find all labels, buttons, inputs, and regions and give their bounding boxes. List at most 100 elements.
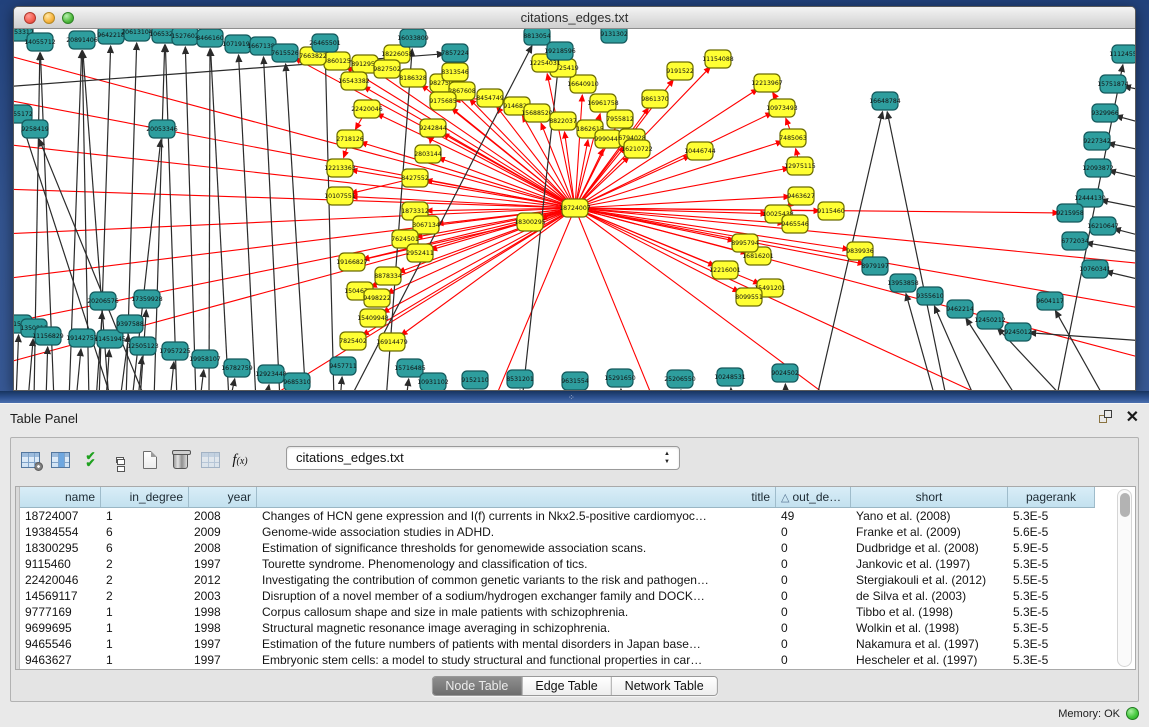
graph-node[interactable]: 16648784 bbox=[869, 92, 901, 110]
table-cell[interactable]: Franke et al. (2009) bbox=[851, 524, 1008, 540]
edge[interactable] bbox=[185, 47, 196, 390]
show-columns-icon[interactable] bbox=[45, 447, 75, 473]
graph-node[interactable]: 9604117 bbox=[1036, 292, 1064, 310]
column-header-in_degree[interactable]: in_degree bbox=[101, 487, 189, 507]
graph-node[interactable]: 12975115 bbox=[784, 157, 816, 175]
divider-resize-handle[interactable]: ⁘ bbox=[568, 394, 580, 402]
edge[interactable] bbox=[200, 370, 204, 390]
node-attribute-table[interactable]: namein_degreeyeartitle△out_de…shortpager… bbox=[15, 486, 1136, 670]
edge[interactable] bbox=[1029, 333, 1135, 341]
edge[interactable] bbox=[575, 208, 834, 390]
graph-node[interactable]: 9175685 bbox=[429, 92, 457, 110]
graph-node[interactable]: 19142757 bbox=[66, 329, 98, 347]
tab-network-table[interactable]: Network Table bbox=[612, 677, 717, 695]
graph-node[interactable]: 10931102 bbox=[417, 373, 449, 390]
edge[interactable] bbox=[1108, 143, 1135, 151]
table-cell[interactable]: 18724007 bbox=[20, 508, 101, 524]
edge[interactable] bbox=[170, 362, 174, 390]
graph-node[interactable]: 9631554 bbox=[561, 372, 589, 390]
edge[interactable] bbox=[76, 349, 81, 390]
table-cell[interactable]: 6 bbox=[101, 524, 189, 540]
graph-node[interactable]: 9685310 bbox=[283, 373, 311, 390]
graph-node[interactable]: 25206550 bbox=[664, 370, 696, 388]
table-cell[interactable]: Changes of HCN gene expression and I(f) … bbox=[257, 508, 776, 524]
graph-node[interactable]: 8878334 bbox=[374, 267, 402, 285]
edge[interactable] bbox=[575, 156, 690, 208]
edge[interactable] bbox=[165, 45, 177, 390]
graph-node[interactable]: 6772034 bbox=[1061, 232, 1089, 250]
table-cell[interactable]: Nakamura et al. (1997) bbox=[851, 636, 1008, 652]
table-row[interactable]: 911546021997Tourette syndrome. Phenomeno… bbox=[20, 556, 1095, 572]
float-panel-icon[interactable] bbox=[1099, 410, 1114, 425]
table-cell[interactable]: 2003 bbox=[189, 588, 257, 604]
table-cell[interactable]: 0 bbox=[776, 524, 851, 540]
table-cell[interactable]: Estimation of significance thresholds fo… bbox=[257, 540, 776, 556]
column-header-short[interactable]: short bbox=[851, 487, 1008, 507]
table-cell[interactable]: Estimation of the future numbers of pati… bbox=[257, 636, 776, 652]
table-cell[interactable]: 1 bbox=[101, 636, 189, 652]
graph-node[interactable]: 16033809 bbox=[397, 29, 429, 47]
graph-node[interactable]: 8427552 bbox=[401, 169, 429, 187]
edge[interactable] bbox=[406, 379, 409, 390]
graph-node[interactable]: 16914479 bbox=[376, 333, 408, 351]
graph-node[interactable]: 11124551 bbox=[1109, 45, 1135, 63]
table-cell[interactable]: Investigating the contribution of common… bbox=[257, 572, 776, 588]
edge[interactable] bbox=[211, 49, 229, 390]
table-row[interactable]: 1830029562008Estimation of significance … bbox=[20, 540, 1095, 556]
table-row[interactable]: 946554611997Estimation of the future num… bbox=[20, 636, 1095, 652]
table-cell[interactable]: 9699695 bbox=[20, 620, 101, 636]
table-cell[interactable]: Tourette syndrome. Phenomenology and cla… bbox=[257, 556, 776, 572]
graph-node[interactable]: 7485063 bbox=[779, 129, 807, 147]
graph-node[interactable]: 19958107 bbox=[189, 350, 221, 368]
table-cell[interactable]: 5.3E-5 bbox=[1008, 620, 1095, 636]
graph-node[interactable]: 8813054 bbox=[523, 29, 551, 45]
table-cell[interactable]: Wolkin et al. (1998) bbox=[851, 620, 1008, 636]
graph-node[interactable]: 2803144 bbox=[414, 145, 442, 163]
table-cell[interactable]: 19384554 bbox=[20, 524, 101, 540]
table-cell[interactable]: 5.3E-5 bbox=[1008, 508, 1095, 524]
graph-node[interactable]: 11154088 bbox=[702, 50, 734, 68]
edge[interactable] bbox=[934, 306, 976, 390]
graph-node[interactable]: 2952411 bbox=[406, 244, 434, 262]
select-columns-icon[interactable]: ✔✔ bbox=[75, 447, 105, 473]
table-cell[interactable]: 5.5E-5 bbox=[1008, 572, 1095, 588]
table-cell[interactable]: 0 bbox=[776, 652, 851, 668]
table-cell[interactable]: Hescheler et al. (1997) bbox=[851, 652, 1008, 668]
graph-node[interactable]: 12923448 bbox=[255, 365, 287, 383]
table-row[interactable]: 946362711997Embryonic stem cells: a mode… bbox=[20, 652, 1095, 668]
graph-node[interactable]: 15688520 bbox=[521, 104, 553, 122]
graph-node[interactable]: 10760341 bbox=[1079, 260, 1111, 278]
table-cell[interactable]: 5.9E-5 bbox=[1008, 540, 1095, 556]
edge[interactable] bbox=[887, 112, 947, 390]
table-cell[interactable]: 0 bbox=[776, 636, 851, 652]
graph-node[interactable]: 10973493 bbox=[766, 99, 798, 117]
edge[interactable] bbox=[363, 222, 530, 260]
edge[interactable] bbox=[1101, 200, 1135, 209]
graph-node[interactable]: 9245012 bbox=[1004, 323, 1032, 341]
graph-node[interactable]: 8313546 bbox=[441, 63, 469, 81]
graph-node[interactable]: 9115460 bbox=[817, 202, 845, 220]
graph-node[interactable]: 12213363 bbox=[324, 159, 356, 177]
table-cell[interactable]: 2012 bbox=[189, 572, 257, 588]
table-cell[interactable]: 1 bbox=[101, 620, 189, 636]
graph-node[interactable]: 9397588 bbox=[116, 315, 144, 333]
graph-node[interactable]: 9191522 bbox=[666, 62, 694, 80]
graph-node[interactable]: 8979197 bbox=[861, 257, 889, 275]
table-cell[interactable]: Corpus callosum shape and size in male p… bbox=[257, 604, 776, 620]
table-cell[interactable]: 0 bbox=[776, 556, 851, 572]
table-cell[interactable]: Jankovic et al. (1997) bbox=[851, 556, 1008, 572]
table-cell[interactable]: Embryonic stem cells: a model to study s… bbox=[257, 652, 776, 668]
graph-node[interactable]: 10248531 bbox=[714, 368, 746, 386]
graph-node[interactable]: 2718126 bbox=[336, 130, 364, 148]
column-header-out_de[interactable]: △out_de… bbox=[776, 487, 851, 507]
table-cell[interactable]: 18300295 bbox=[20, 540, 101, 556]
table-row[interactable]: 2242004622012Investigating the contribut… bbox=[20, 572, 1095, 588]
edge[interactable] bbox=[906, 294, 936, 390]
table-cell[interactable]: 2009 bbox=[189, 524, 257, 540]
graph-node[interactable]: 9465546 bbox=[781, 215, 809, 233]
graph-node[interactable]: 8995794 bbox=[731, 234, 759, 252]
graph-node[interactable]: 1527602 bbox=[171, 29, 199, 45]
table-cell[interactable]: 2008 bbox=[189, 508, 257, 524]
table-cell[interactable]: 0 bbox=[776, 588, 851, 604]
table-settings-icon[interactable] bbox=[15, 447, 45, 473]
